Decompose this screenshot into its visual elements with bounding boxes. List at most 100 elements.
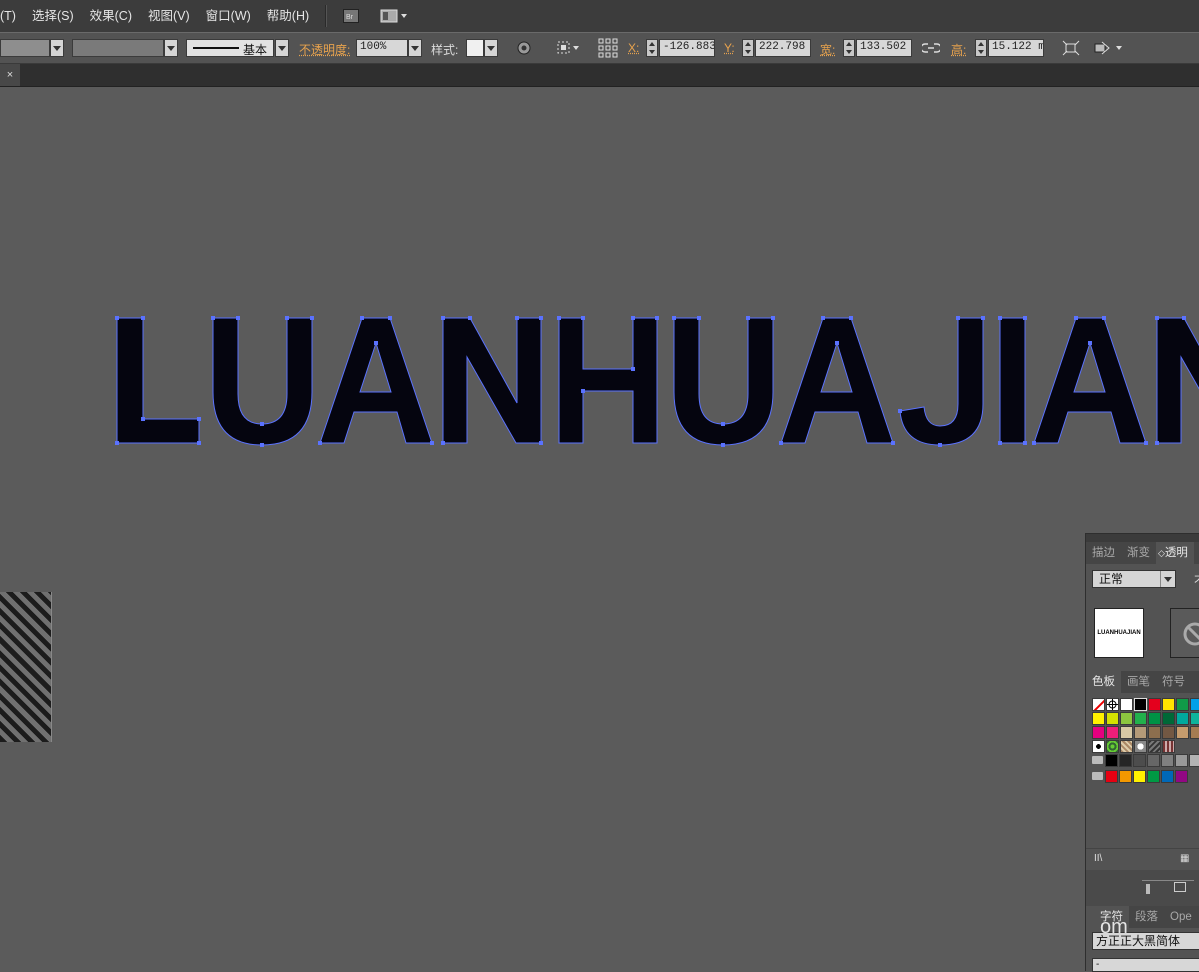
transparency-thumbnail[interactable]: LUANHUAJIAN — [1094, 608, 1144, 658]
isolate-button[interactable] — [1094, 40, 1126, 59]
stroke-color-swatch[interactable] — [72, 39, 164, 57]
pattern-swatch[interactable] — [1134, 740, 1147, 753]
tab-symbols[interactable]: 符号 — [1156, 671, 1191, 693]
fill-color-swatch[interactable] — [0, 39, 50, 57]
swatch[interactable] — [1147, 754, 1160, 767]
swatch[interactable] — [1147, 770, 1160, 783]
swatch[interactable] — [1148, 712, 1161, 725]
reference-point-grid[interactable] — [598, 38, 618, 61]
swatch[interactable] — [1148, 726, 1161, 739]
swatch[interactable] — [1175, 770, 1188, 783]
swatch[interactable] — [1119, 754, 1132, 767]
swatch[interactable] — [1105, 754, 1118, 767]
swatch[interactable] — [1190, 712, 1199, 725]
swatch[interactable] — [1092, 712, 1105, 725]
stroke-profile-field[interactable]: 基本 — [186, 39, 274, 57]
menu-effect[interactable]: 效果(C) — [82, 0, 140, 32]
tab-gradient[interactable]: 渐变 — [1121, 542, 1156, 564]
menu-view[interactable]: 视图(V) — [140, 0, 198, 32]
swatch[interactable] — [1176, 712, 1189, 725]
swatch[interactable] — [1175, 754, 1188, 767]
swatch-libraries-icon[interactable]: II\ — [1094, 853, 1102, 864]
style-dropdown[interactable] — [484, 39, 498, 57]
pattern-swatch[interactable] — [1148, 740, 1161, 753]
y-input[interactable]: 222.798 ı — [755, 39, 811, 57]
recolor-icon — [517, 41, 531, 55]
swatch-none[interactable] — [1092, 698, 1105, 711]
menu-window[interactable]: 窗口(W) — [198, 0, 259, 32]
style-swatch[interactable] — [466, 39, 484, 57]
swatch[interactable] — [1134, 712, 1147, 725]
bridge-button[interactable]: Br — [341, 6, 361, 26]
swatch[interactable] — [1134, 726, 1147, 739]
swatch[interactable] — [1162, 698, 1175, 711]
swatch[interactable] — [1161, 754, 1174, 767]
pattern-swatch[interactable] — [1092, 740, 1105, 753]
style-label: 样式: — [431, 43, 459, 57]
panel-drag-bar[interactable] — [1086, 534, 1199, 542]
stroke-profile-dropdown[interactable] — [275, 39, 289, 57]
width-input[interactable]: 133.502 ı — [856, 39, 912, 57]
swatch[interactable] — [1133, 770, 1146, 783]
tab-swatches[interactable]: 色板 — [1086, 671, 1121, 693]
pattern-swatch[interactable] — [1106, 740, 1119, 753]
show-kinds-icon[interactable]: ▦ — [1180, 853, 1189, 864]
close-tab-button[interactable]: × — [0, 64, 20, 86]
stroke-dropdown[interactable] — [164, 39, 178, 57]
blend-mode-select[interactable]: 正常 — [1092, 570, 1176, 588]
transform-button[interactable] — [1062, 40, 1080, 59]
swatch[interactable] — [1161, 770, 1174, 783]
constrain-proportions-button[interactable] — [920, 41, 942, 58]
swatch[interactable] — [1120, 712, 1133, 725]
arrange-documents-button[interactable] — [379, 6, 409, 26]
menu-select[interactable]: 选择(S) — [24, 0, 82, 32]
recolor-artwork-button[interactable] — [516, 40, 532, 59]
align-to-button[interactable] — [556, 40, 582, 59]
menu-bar: (T) 选择(S) 效果(C) 视图(V) 窗口(W) 帮助(H) Br — [0, 0, 1199, 32]
height-stepper[interactable] — [975, 39, 987, 57]
pattern-swatch[interactable] — [1162, 740, 1175, 753]
menu-type[interactable]: (T) — [0, 0, 24, 32]
opacity-mask-thumbnail[interactable] — [1170, 608, 1199, 658]
swatch[interactable] — [1162, 726, 1175, 739]
swatch[interactable] — [1120, 726, 1133, 739]
new-swatch-icon[interactable] — [1174, 882, 1186, 892]
fill-dropdown[interactable] — [50, 39, 64, 57]
scroll-track[interactable] — [1142, 880, 1194, 881]
x-input[interactable]: -126.883 — [659, 39, 715, 57]
tab-opentype[interactable]: Ope — [1164, 906, 1198, 928]
outlined-text[interactable] — [116, 317, 1199, 446]
opacity-input[interactable]: 100% — [356, 39, 408, 57]
width-stepper[interactable] — [843, 39, 855, 57]
swatch[interactable] — [1148, 698, 1161, 711]
y-stepper[interactable] — [742, 39, 754, 57]
swatch-registration[interactable] — [1106, 698, 1119, 711]
artboard-canvas[interactable] — [0, 86, 1199, 971]
tab-transparency[interactable]: ◇透明 — [1156, 542, 1194, 564]
pattern-swatch[interactable] — [1120, 740, 1133, 753]
swatch[interactable] — [1106, 712, 1119, 725]
swatch[interactable] — [1092, 726, 1105, 739]
swatch[interactable] — [1162, 712, 1175, 725]
swatch[interactable] — [1119, 770, 1132, 783]
swatch[interactable] — [1106, 726, 1119, 739]
resize-grip[interactable] — [1146, 884, 1150, 894]
swatch[interactable] — [1134, 698, 1147, 711]
swatch[interactable] — [1105, 770, 1118, 783]
tab-brushes[interactable]: 画笔 — [1121, 671, 1156, 693]
tab-stroke[interactable]: 描边 — [1086, 542, 1121, 564]
swatch[interactable] — [1190, 726, 1199, 739]
opacity-dropdown[interactable] — [408, 39, 422, 57]
swatch[interactable] — [1120, 698, 1133, 711]
x-stepper[interactable] — [646, 39, 658, 57]
swatch[interactable] — [1176, 726, 1189, 739]
font-style-field[interactable]: - — [1092, 958, 1199, 972]
swatch[interactable] — [1133, 754, 1146, 767]
menu-help[interactable]: 帮助(H) — [259, 0, 317, 32]
height-input[interactable]: 15.122 mı — [988, 39, 1044, 57]
swatch[interactable] — [1189, 754, 1199, 767]
swatch[interactable] — [1176, 698, 1189, 711]
tab-paragraph[interactable]: 段落 — [1129, 906, 1164, 928]
opacity-label[interactable]: 不透明度: — [299, 41, 350, 58]
swatch[interactable] — [1190, 698, 1199, 711]
